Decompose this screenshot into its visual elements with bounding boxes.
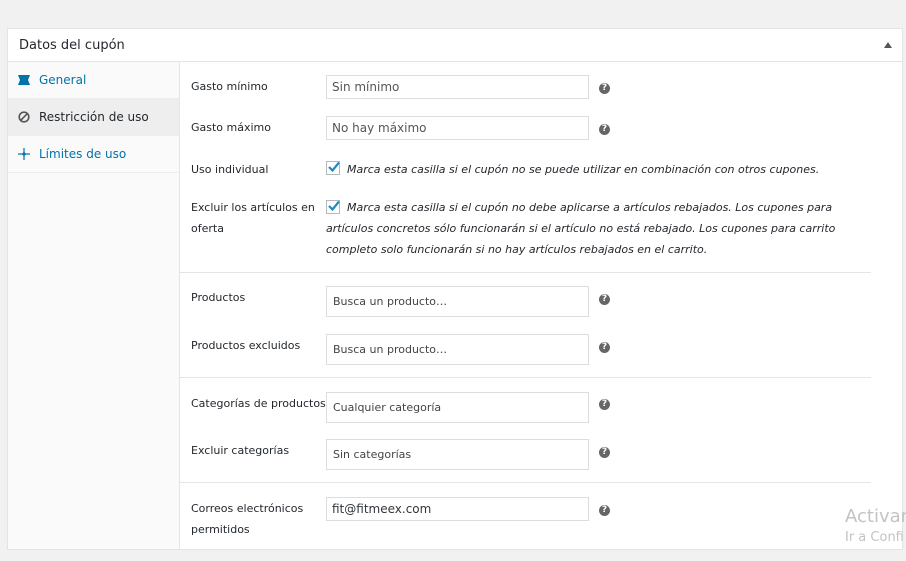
product-categories-help-icon[interactable]: ? xyxy=(599,399,610,410)
arrows-icon xyxy=(18,148,30,160)
ban-icon xyxy=(18,111,30,123)
collapse-arrow-icon[interactable] xyxy=(884,42,892,48)
tab-general-label: General xyxy=(39,73,87,87)
individual-use-description: Marca esta casilla si el cupón no se pue… xyxy=(347,163,820,176)
min-spend-input[interactable] xyxy=(326,75,589,99)
exclude-sale-description: Marca esta casilla si el cupón no debe a… xyxy=(326,201,836,256)
tab-general[interactable]: General xyxy=(8,62,179,99)
section-divider xyxy=(180,377,871,378)
coupon-data-panel: Datos del cupón General Restricción de u… xyxy=(7,28,903,550)
product-categories-placeholder: Cualquier categoría xyxy=(333,401,442,414)
allowed-emails-label: Correos electrónicos permitidos xyxy=(191,502,304,536)
coupon-tabs-sidebar: General Restricción de uso Límites de us… xyxy=(8,62,180,549)
exclude-sale-label: Excluir los artículos en oferta xyxy=(191,201,315,235)
excluded-products-help-icon[interactable]: ? xyxy=(599,342,610,353)
excluded-products-label: Productos excluidos xyxy=(191,339,301,352)
individual-use-label: Uso individual xyxy=(191,163,269,176)
ticket-icon xyxy=(18,75,30,85)
tab-usage-limits-label: Límites de uso xyxy=(39,147,127,161)
exclude-categories-select[interactable]: Sin categorías xyxy=(326,439,589,470)
products-select[interactable]: Busca un producto… xyxy=(326,286,589,317)
product-categories-label: Categorías de productos xyxy=(191,397,326,410)
exclude-categories-placeholder: Sin categorías xyxy=(333,448,412,461)
max-spend-input[interactable] xyxy=(326,116,589,140)
activate-windows-subtext: Ir a Confi xyxy=(845,530,904,545)
section-divider xyxy=(180,482,871,483)
max-spend-label: Gasto máximo xyxy=(191,121,272,134)
tab-usage-restriction[interactable]: Restricción de uso xyxy=(8,99,179,136)
allowed-emails-input[interactable] xyxy=(326,497,589,521)
panel-header[interactable]: Datos del cupón xyxy=(8,29,902,62)
max-spend-help-icon[interactable]: ? xyxy=(599,124,610,135)
tab-usage-limits[interactable]: Límites de uso xyxy=(8,136,179,173)
products-help-icon[interactable]: ? xyxy=(599,294,610,305)
exclude-categories-label: Excluir categorías xyxy=(191,444,290,457)
excluded-products-select[interactable]: Busca un producto… xyxy=(326,334,589,365)
product-categories-select[interactable]: Cualquier categoría xyxy=(326,392,589,423)
excluded-products-placeholder: Busca un producto… xyxy=(333,343,448,356)
panel-title: Datos del cupón xyxy=(19,38,125,53)
tab-usage-restriction-label: Restricción de uso xyxy=(39,110,149,124)
min-spend-label: Gasto mínimo xyxy=(191,80,268,93)
products-label: Productos xyxy=(191,291,246,304)
exclude-categories-help-icon[interactable]: ? xyxy=(599,447,610,458)
activate-windows-watermark: Activar xyxy=(845,506,906,527)
min-spend-help-icon[interactable]: ? xyxy=(599,83,610,94)
usage-restriction-panel: Gasto mínimo ? Gasto máximo ? Uso indivi… xyxy=(180,62,902,549)
allowed-emails-help-icon[interactable]: ? xyxy=(599,505,610,516)
products-placeholder: Busca un producto… xyxy=(333,295,448,308)
section-divider xyxy=(180,272,871,273)
